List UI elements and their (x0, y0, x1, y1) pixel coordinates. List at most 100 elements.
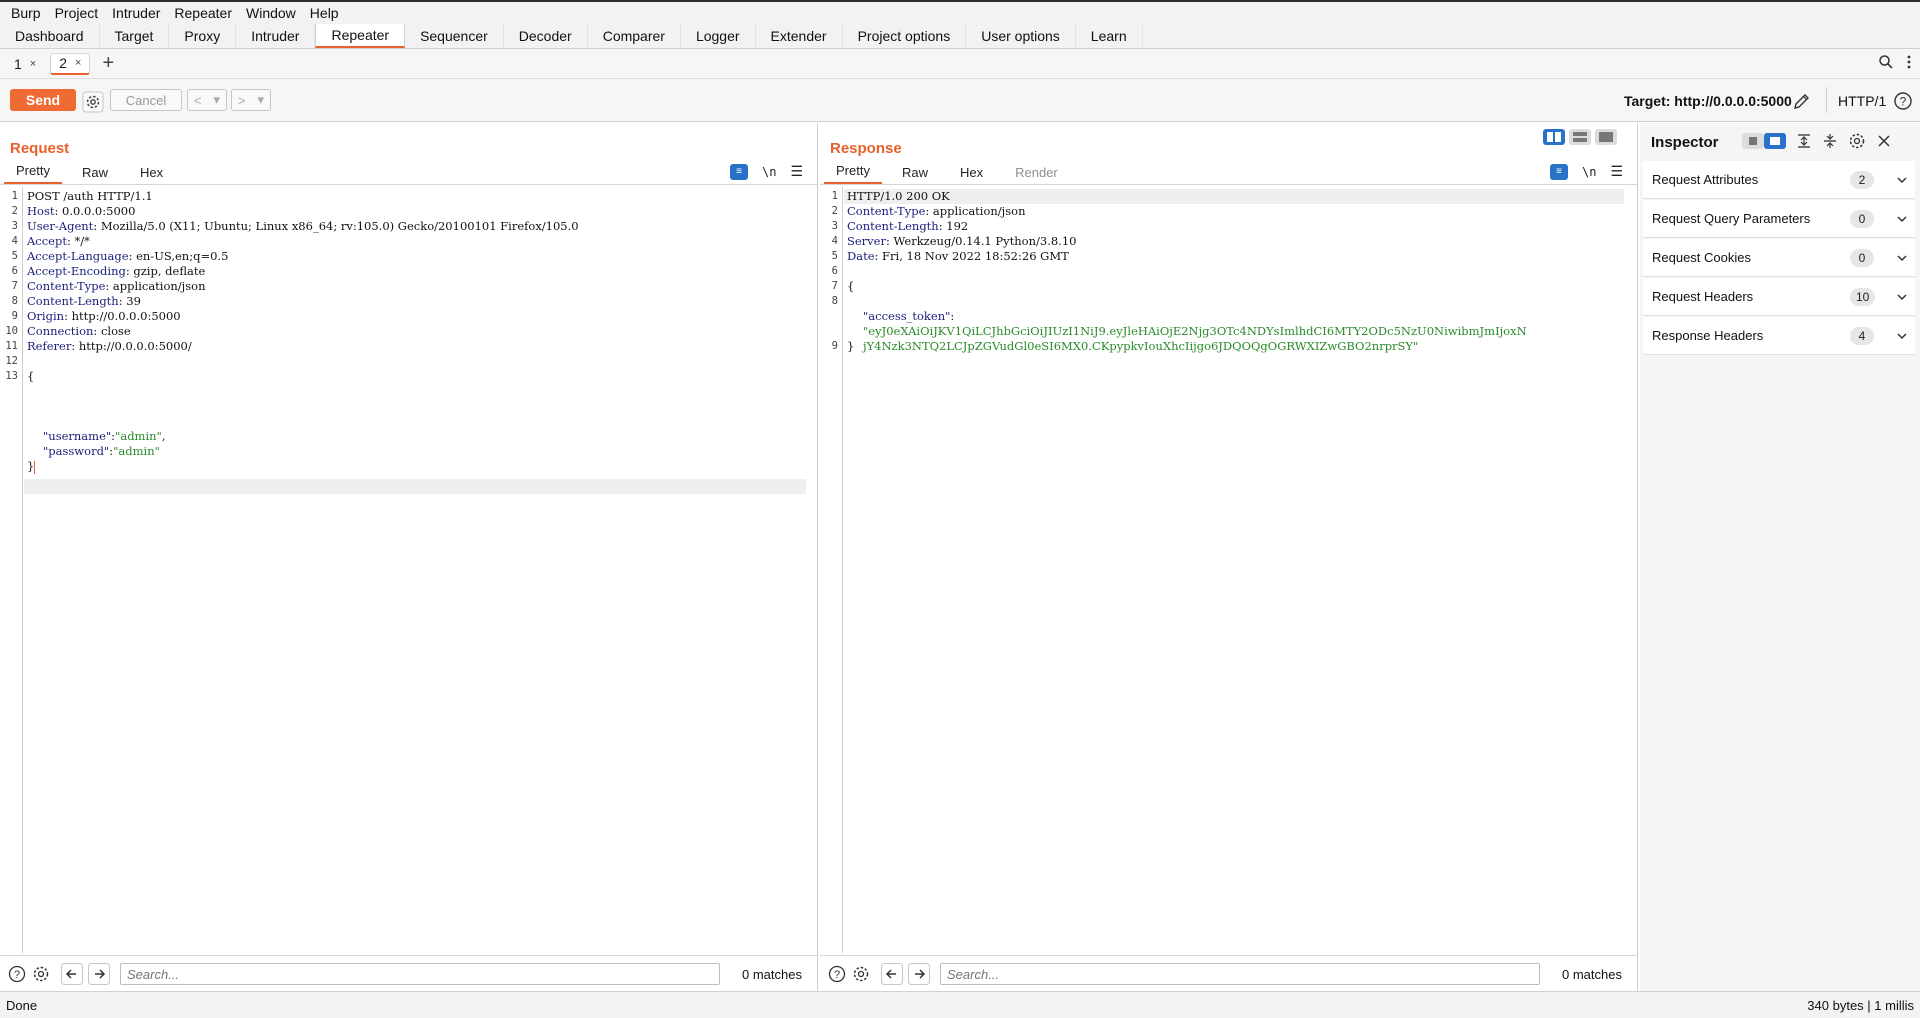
tab-render[interactable]: Render (1003, 165, 1070, 184)
inspector-row-request-attributes[interactable]: Request Attributes 2 (1643, 161, 1915, 199)
gear-icon[interactable] (32, 965, 50, 987)
tab-logger[interactable]: Logger (681, 24, 756, 48)
tab-dashboard[interactable]: Dashboard (0, 24, 100, 48)
response-editor[interactable]: 1 HTTP/1.0 200 OK 2 Content-Type: applicati… (820, 187, 1637, 953)
tab-decoder[interactable]: Decoder (504, 24, 588, 48)
newline-toggle[interactable]: \n (762, 165, 776, 179)
help-icon[interactable]: ? (828, 965, 846, 987)
tab-sequencer[interactable]: Sequencer (405, 24, 504, 48)
line-number: 6 (831, 265, 838, 277)
help-icon[interactable]: ? (1893, 91, 1913, 115)
header-name: User-Agent (27, 219, 94, 233)
chevron-down-icon[interactable] (1896, 251, 1908, 268)
menu-help[interactable]: Help (303, 5, 346, 21)
response-stats: 340 bytes | 1 millis (1807, 998, 1914, 1013)
cancel-button[interactable]: Cancel (110, 89, 182, 111)
close-icon[interactable]: × (30, 58, 36, 70)
layout-icon[interactable] (1569, 129, 1591, 145)
help-icon[interactable]: ? (8, 965, 26, 987)
search-icon[interactable] (1878, 54, 1894, 74)
code-line: jY4Nzk3NTQ2LCJpZGVudGl0eSI6MX0.CKpypkvIo… (820, 324, 1637, 353)
expand-all-icon[interactable] (1796, 133, 1812, 153)
collapse-all-icon[interactable] (1822, 133, 1838, 153)
chevron-down-icon[interactable]: ▾ (258, 92, 265, 108)
line-number: 1 (11, 190, 18, 202)
request-editor[interactable]: 1 POST /auth HTTP/1.1 2 Host: 0.0.0.0:5000 3… (0, 187, 817, 953)
inspector-row-request-headers[interactable]: Request Headers 10 (1643, 278, 1915, 316)
pencil-icon[interactable] (1792, 91, 1812, 115)
layout-icon[interactable] (1742, 133, 1786, 153)
chevron-down-icon[interactable] (1896, 212, 1908, 229)
tab-hex[interactable]: Hex (948, 165, 995, 184)
tab-raw[interactable]: Raw (70, 165, 120, 184)
inspector-row-query-parameters[interactable]: Request Query Parameters 0 (1643, 200, 1915, 238)
header-name: Content-Length (847, 219, 939, 233)
tab-comparer[interactable]: Comparer (588, 24, 681, 48)
inspector-title: Inspector (1651, 134, 1719, 151)
arrow-right-icon[interactable] (908, 963, 930, 989)
layout-icon[interactable] (1543, 129, 1565, 145)
http-version-button[interactable]: HTTP/1 (1838, 93, 1886, 109)
code-line: 13 { (0, 369, 817, 384)
arrow-right-icon[interactable] (88, 963, 110, 989)
menu-window[interactable]: Window (239, 5, 303, 21)
tab-proxy[interactable]: Proxy (169, 24, 237, 48)
tab-target[interactable]: Target (100, 24, 170, 48)
tab-hex[interactable]: Hex (128, 165, 175, 184)
hamburger-icon[interactable]: ☰ (1610, 163, 1623, 180)
inspector-row-request-cookies[interactable]: Request Cookies 0 (1643, 239, 1915, 277)
line-number: 8 (11, 295, 18, 307)
tab-user-options[interactable]: User options (966, 24, 1076, 48)
chevron-down-icon[interactable] (1896, 173, 1908, 190)
kebab-menu-icon[interactable] (1906, 54, 1912, 74)
back-button[interactable]: < ▾ (187, 89, 227, 111)
gear-icon[interactable] (82, 91, 104, 113)
gear-icon[interactable] (1848, 132, 1866, 154)
code-line: 1 POST /auth HTTP/1.1 (0, 189, 817, 204)
chevron-down-icon[interactable] (1896, 329, 1908, 346)
back-label: < (193, 92, 202, 108)
code-line: 6 (820, 264, 1637, 279)
svg-text:?: ? (14, 969, 20, 981)
newline-toggle[interactable]: \n (1582, 165, 1596, 179)
arrow-left-icon[interactable] (61, 963, 83, 989)
repeater-tab-2[interactable]: 2 × (50, 52, 91, 75)
tab-intruder[interactable]: Intruder (236, 24, 316, 48)
forward-button[interactable]: > ▾ (231, 89, 271, 111)
tab-pretty[interactable]: Pretty (4, 163, 62, 184)
tab-learn[interactable]: Learn (1076, 24, 1143, 48)
arrow-left-icon[interactable] (881, 963, 903, 989)
tab-repeater[interactable]: Repeater (315, 24, 406, 48)
code-line: 2 Content-Type: application/json (820, 204, 1637, 219)
search-input[interactable] (940, 963, 1540, 985)
tab-raw[interactable]: Raw (890, 165, 940, 184)
close-icon[interactable]: × (75, 57, 81, 69)
new-tab-button[interactable]: + (102, 52, 114, 75)
inspector-row-response-headers[interactable]: Response Headers 4 (1643, 317, 1915, 355)
menu-burp[interactable]: Burp (4, 5, 48, 21)
wrap-icon[interactable]: ≡ (729, 163, 748, 180)
tab-extender[interactable]: Extender (756, 24, 843, 48)
menu-project[interactable]: Project (48, 5, 106, 21)
tab-project-options[interactable]: Project options (843, 24, 967, 48)
header-value: http://0.0.0.0:5000 (67, 309, 181, 323)
code-line: 5 Date: Fri, 18 Nov 2022 18:52:26 GMT (820, 249, 1637, 264)
search-input[interactable] (120, 963, 720, 985)
send-button[interactable]: Send (10, 89, 76, 111)
gear-icon[interactable] (852, 965, 870, 987)
header-value: 39 (122, 294, 141, 308)
menu-intruder[interactable]: Intruder (105, 5, 167, 21)
code-line: "password":"admin" (0, 429, 817, 458)
chevron-down-icon[interactable] (1896, 290, 1908, 307)
wrap-icon[interactable]: ≡ (1549, 163, 1568, 180)
close-icon[interactable] (1876, 133, 1892, 153)
tab-pretty[interactable]: Pretty (824, 163, 882, 184)
code-text: Server: Werkzeug/0.14.1 Python/3.8.10 (847, 234, 1076, 249)
menu-repeater[interactable]: Repeater (167, 5, 239, 21)
chevron-down-icon[interactable]: ▾ (214, 92, 221, 108)
header-name: Content-Type (27, 279, 106, 293)
hamburger-icon[interactable]: ☰ (790, 163, 803, 180)
code-text: POST /auth HTTP/1.1 (27, 189, 153, 204)
repeater-tab-1[interactable]: 1 × (6, 53, 44, 75)
layout-icon[interactable] (1595, 129, 1617, 145)
